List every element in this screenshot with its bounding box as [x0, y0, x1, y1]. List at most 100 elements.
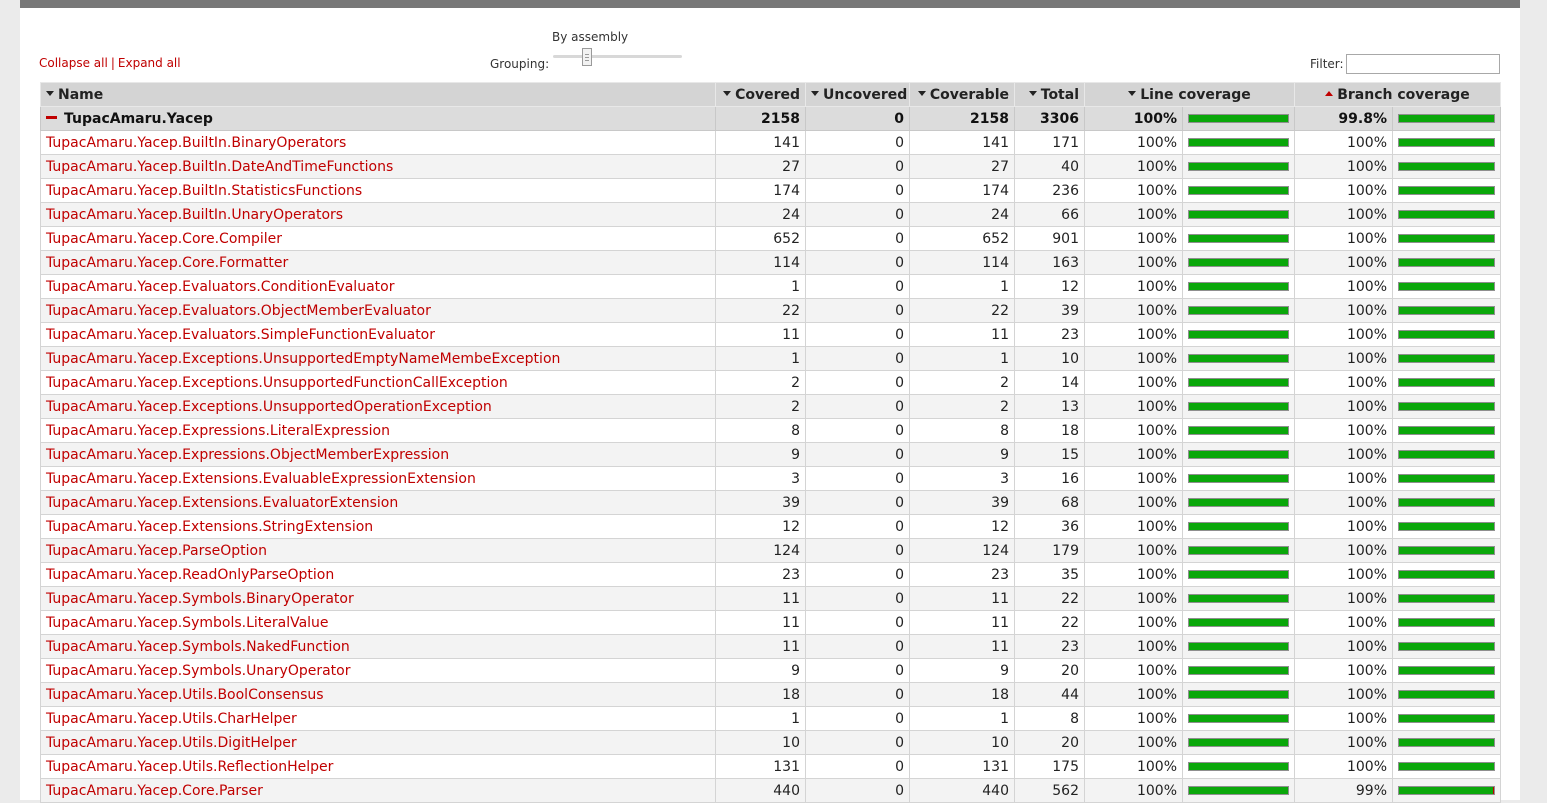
column-header-covered[interactable]: Covered — [715, 82, 806, 107]
coverage-bar — [1398, 474, 1496, 483]
uncovered-cell: 0 — [805, 490, 910, 515]
branch-coverage-bar-cell — [1391, 130, 1502, 155]
coverable-cell: 652 — [909, 226, 1015, 251]
class-name-cell: TupacAmaru.Yacep.Evaluators.ObjectMember… — [40, 298, 716, 323]
class-link[interactable]: TupacAmaru.Yacep.Evaluators.ObjectMember… — [46, 303, 431, 319]
class-link[interactable]: TupacAmaru.Yacep.BuiltIn.DateAndTimeFunc… — [46, 159, 393, 175]
class-link[interactable]: TupacAmaru.Yacep.Extensions.EvaluatorExt… — [46, 495, 398, 511]
class-link[interactable]: TupacAmaru.Yacep.Symbols.NakedFunction — [46, 639, 350, 655]
class-link[interactable]: TupacAmaru.Yacep.Utils.BoolConsensus — [46, 687, 324, 703]
coverage-bar — [1398, 138, 1496, 147]
filter-input[interactable] — [1346, 54, 1500, 74]
class-link[interactable]: TupacAmaru.Yacep.ReadOnlyParseOption — [46, 567, 334, 583]
coverage-bar — [1188, 402, 1289, 411]
total-cell: 15 — [1014, 442, 1085, 467]
covered-cell: 23 — [715, 562, 806, 587]
class-link[interactable]: TupacAmaru.Yacep.Expressions.ObjectMembe… — [46, 447, 449, 463]
table-row: TupacAmaru.Yacep.Evaluators.ObjectMember… — [40, 298, 1502, 323]
class-link[interactable]: TupacAmaru.Yacep.Extensions.EvaluableExp… — [46, 471, 476, 487]
line-coverage-bar-cell — [1182, 346, 1295, 371]
column-header-name[interactable]: Name — [40, 82, 716, 107]
table-row: TupacAmaru.Yacep.BuiltIn.UnaryOperators 2… — [40, 202, 1502, 227]
expand-all-link[interactable]: Expand all — [118, 56, 181, 70]
total-cell: 39 — [1014, 298, 1085, 323]
class-link[interactable]: TupacAmaru.Yacep.Utils.CharHelper — [46, 711, 297, 727]
class-link[interactable]: TupacAmaru.Yacep.Exceptions.UnsupportedE… — [46, 351, 560, 367]
coverage-bar-fill — [1189, 595, 1288, 602]
assembly-name-cell[interactable]: TupacAmaru.Yacep — [40, 106, 716, 131]
table-row: TupacAmaru.Yacep.BuiltIn.DateAndTimeFunc… — [40, 154, 1502, 179]
table-row: TupacAmaru.Yacep.Symbols.UnaryOperator 9 0… — [40, 658, 1502, 683]
line-coverage-percent: 100% — [1084, 274, 1183, 299]
coverable-cell: 11 — [909, 586, 1015, 611]
coverable-cell: 1 — [909, 346, 1015, 371]
class-link[interactable]: TupacAmaru.Yacep.Core.Parser — [46, 783, 263, 799]
line-coverage-bar-cell — [1182, 298, 1295, 323]
total-cell: 13 — [1014, 394, 1085, 419]
class-link[interactable]: TupacAmaru.Yacep.BuiltIn.BinaryOperators — [46, 135, 346, 151]
class-name-cell: TupacAmaru.Yacep.Core.Parser — [40, 778, 716, 803]
coverage-bar-fill — [1189, 667, 1288, 674]
grouping-slider-track[interactable] — [553, 55, 682, 58]
coverage-bar-fill — [1399, 667, 1495, 674]
covered-cell: 3 — [715, 466, 806, 491]
class-link[interactable]: TupacAmaru.Yacep.BuiltIn.StatisticsFunct… — [46, 183, 362, 199]
coverable-cell: 39 — [909, 490, 1015, 515]
class-link[interactable]: TupacAmaru.Yacep.Extensions.StringExtens… — [46, 519, 373, 535]
covered-cell: 24 — [715, 202, 806, 227]
uncovered-cell: 0 — [805, 466, 910, 491]
class-link[interactable]: TupacAmaru.Yacep.Utils.ReflectionHelper — [46, 759, 333, 775]
grouping-slider-thumb[interactable] — [582, 48, 592, 66]
covered-cell: 22 — [715, 298, 806, 323]
column-header-uncovered[interactable]: Uncovered — [805, 82, 910, 107]
covered-cell: 8 — [715, 418, 806, 443]
coverage-bar-fill — [1399, 787, 1494, 794]
class-link[interactable]: TupacAmaru.Yacep.Core.Compiler — [46, 231, 282, 247]
coverage-bar — [1398, 618, 1496, 627]
class-link[interactable]: TupacAmaru.Yacep.Utils.DigitHelper — [46, 735, 297, 751]
collapse-all-link[interactable]: Collapse all — [39, 56, 108, 70]
line-coverage-bar-cell — [1182, 322, 1295, 347]
column-header-line-coverage[interactable]: Line coverage — [1084, 82, 1295, 107]
line-coverage-bar-cell — [1182, 514, 1295, 539]
total-cell: 8 — [1014, 706, 1085, 731]
class-link[interactable]: TupacAmaru.Yacep.Exceptions.UnsupportedF… — [46, 375, 508, 391]
class-link[interactable]: TupacAmaru.Yacep.Symbols.UnaryOperator — [46, 663, 351, 679]
total-cell: 179 — [1014, 538, 1085, 563]
uncovered-cell: 0 — [805, 538, 910, 563]
coverable-cell: 18 — [909, 682, 1015, 707]
branch-coverage-bar-cell — [1391, 442, 1502, 467]
uncovered-cell: 0 — [805, 562, 910, 587]
branch-coverage-bar-cell — [1391, 274, 1502, 299]
class-link[interactable]: TupacAmaru.Yacep.Exceptions.UnsupportedO… — [46, 399, 492, 415]
coverage-bar-fill — [1189, 187, 1288, 194]
class-link[interactable]: TupacAmaru.Yacep.Core.Formatter — [46, 255, 288, 271]
collapse-minus-icon[interactable] — [46, 116, 57, 119]
coverage-bar — [1398, 114, 1496, 123]
branch-coverage-percent: 100% — [1294, 250, 1393, 275]
branch-coverage-percent: 100% — [1294, 346, 1393, 371]
class-link[interactable]: TupacAmaru.Yacep.Evaluators.ConditionEva… — [46, 279, 394, 295]
column-header-coverable[interactable]: Coverable — [909, 82, 1015, 107]
coverage-bar-fill — [1189, 427, 1288, 434]
total-cell: 901 — [1014, 226, 1085, 251]
covered-cell: 2 — [715, 394, 806, 419]
branch-coverage-percent: 100% — [1294, 322, 1393, 347]
class-link[interactable]: TupacAmaru.Yacep.BuiltIn.UnaryOperators — [46, 207, 343, 223]
branch-coverage-bar-cell — [1391, 730, 1502, 755]
table-row: TupacAmaru.Yacep.ParseOption 124 0 124 179 10… — [40, 538, 1502, 563]
line-coverage-percent: 100% — [1084, 418, 1183, 443]
class-link[interactable]: TupacAmaru.Yacep.Symbols.BinaryOperator — [46, 591, 354, 607]
uncovered-cell: 0 — [805, 658, 910, 683]
coverage-bar-fill — [1399, 619, 1495, 626]
column-header-total[interactable]: Total — [1014, 82, 1085, 107]
assembly-branch-coverage-percent: 99.8% — [1294, 106, 1393, 131]
class-name-cell: TupacAmaru.Yacep.ReadOnlyParseOption — [40, 562, 716, 587]
class-link[interactable]: TupacAmaru.Yacep.Evaluators.SimpleFuncti… — [46, 327, 435, 343]
class-link[interactable]: TupacAmaru.Yacep.Symbols.LiteralValue — [46, 615, 329, 631]
class-link[interactable]: TupacAmaru.Yacep.Expressions.LiteralExpr… — [46, 423, 390, 439]
coverage-bar — [1188, 570, 1289, 579]
column-header-branch-coverage[interactable]: Branch coverage — [1293, 82, 1502, 107]
total-cell: 163 — [1014, 250, 1085, 275]
class-link[interactable]: TupacAmaru.Yacep.ParseOption — [46, 543, 267, 559]
